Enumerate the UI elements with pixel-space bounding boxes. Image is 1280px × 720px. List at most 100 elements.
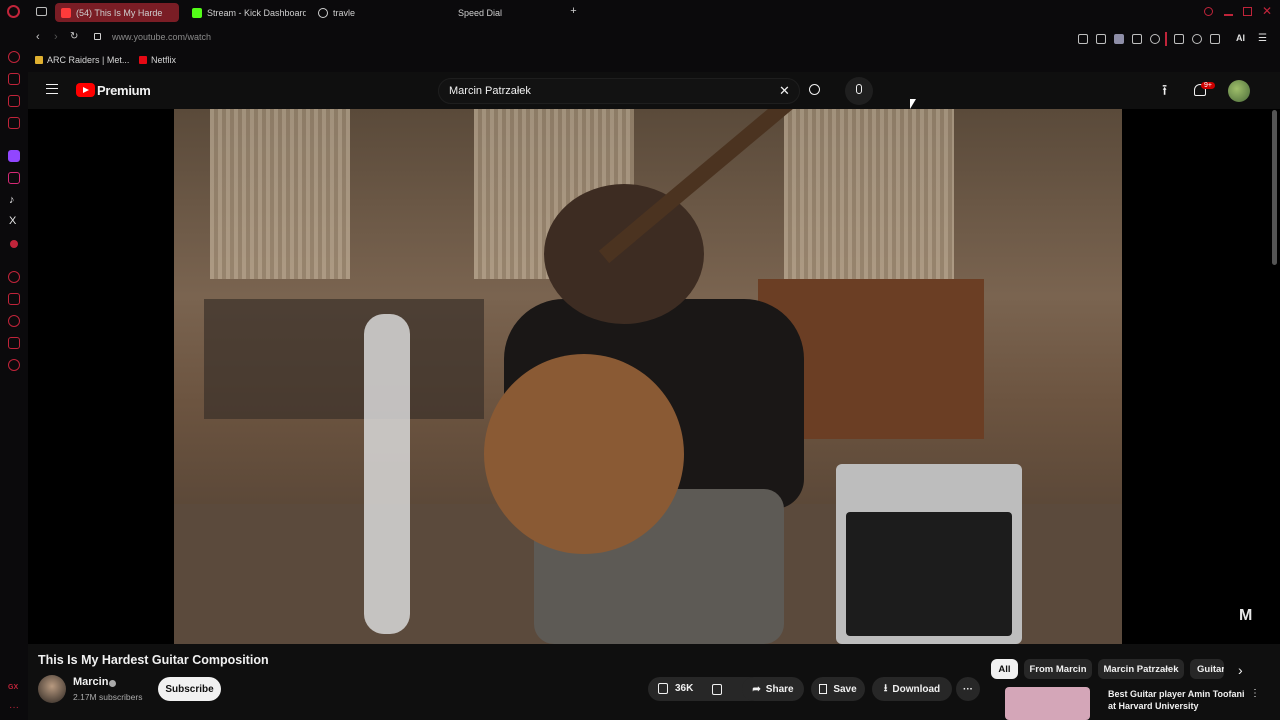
opera-gx-logo-icon[interactable] <box>7 5 20 18</box>
gx-mail-icon[interactable] <box>8 117 20 129</box>
tiktok-icon[interactable]: ♪ <box>9 194 15 206</box>
performer-hair <box>544 184 704 324</box>
recommendation-title[interactable]: Best Guitar player Amin Toofani at Harva… <box>1108 688 1246 712</box>
notification-badge: 9+ <box>1201 82 1215 89</box>
search-input[interactable]: Marcin Patrzałek <box>449 85 531 97</box>
tab-kick-dashboard[interactable]: Stream - Kick Dashboard <box>186 3 306 22</box>
like-icon[interactable] <box>658 683 668 694</box>
minimize-icon[interactable] <box>1224 14 1233 16</box>
tab-label: Stream - Kick Dashboard <box>207 7 306 18</box>
lock-icon <box>94 33 101 40</box>
chips-next-icon[interactable]: › <box>1238 662 1243 678</box>
download-icon: ⭳ <box>883 682 888 694</box>
tab-youtube[interactable]: (54) This Is My Harde <box>55 3 179 22</box>
pinboard-icon[interactable] <box>8 293 20 305</box>
dislike-icon[interactable] <box>712 684 722 695</box>
gx-corner-icon[interactable] <box>8 73 20 85</box>
share-icon: ➦ <box>752 683 761 695</box>
profile-icon[interactable] <box>1192 34 1202 44</box>
restore-icon[interactable] <box>1243 7 1252 16</box>
snapshot-icon[interactable] <box>1096 34 1106 44</box>
play-icon[interactable] <box>1132 34 1142 44</box>
history-icon[interactable] <box>8 315 20 327</box>
chip-marcin-patrzalek[interactable]: Marcin Patrzałek <box>1098 659 1184 679</box>
guitar-rack <box>204 299 484 419</box>
search-box[interactable]: Marcin Patrzałek ✕ <box>438 78 800 104</box>
gx-cleaner-icon[interactable] <box>8 95 20 107</box>
browser-tab-bar: (54) This Is My Harde Stream - Kick Dash… <box>0 0 1280 24</box>
extensions-puzzle-icon[interactable] <box>1174 34 1184 44</box>
adblock-shield-icon[interactable] <box>1114 34 1124 44</box>
forward-icon[interactable]: › <box>54 31 58 43</box>
like-count[interactable]: 36K <box>675 683 693 694</box>
ai-button[interactable]: AI <box>1236 33 1245 43</box>
speaker-icon <box>61 7 71 18</box>
tab-travle[interactable]: travle <box>312 3 432 22</box>
gx-label: GX <box>8 684 19 691</box>
verified-icon <box>109 680 116 687</box>
instagram-icon[interactable] <box>8 172 20 184</box>
acoustic-panel <box>784 109 954 279</box>
download-icon[interactable] <box>1210 34 1220 44</box>
address-bar: ‹ › ↻ www.youtube.com/watch AI ☰ ARC Rai… <box>28 24 1280 72</box>
gx-games-icon[interactable] <box>10 240 18 248</box>
bookmark-netflix[interactable]: Netflix <box>139 55 176 65</box>
chip-from-marcin[interactable]: From Marcin <box>1024 659 1092 679</box>
bookmark-icon[interactable] <box>1078 34 1088 44</box>
download-button[interactable]: ⭳ Download <box>872 677 952 701</box>
video-frame[interactable] <box>174 109 1122 644</box>
search-icon[interactable] <box>809 84 820 95</box>
gx-control-icon[interactable] <box>8 51 20 63</box>
extensions-icon[interactable] <box>8 337 20 349</box>
upload-icon[interactable]: ⭱ <box>1162 83 1167 98</box>
recommendation-thumbnail[interactable] <box>1005 687 1090 720</box>
reload-icon[interactable]: ↻ <box>70 31 78 42</box>
search-tabs-icon[interactable] <box>1204 7 1213 16</box>
subscriber-count: 2.17M subscribers <box>73 692 143 702</box>
workspaces-icon[interactable] <box>36 7 47 16</box>
netflix-icon <box>139 56 147 64</box>
video-title: This Is My Hardest Guitar Composition <box>38 653 269 667</box>
guide-menu-icon[interactable] <box>46 84 58 94</box>
url-field[interactable]: www.youtube.com/watch <box>112 32 211 42</box>
acoustic-panel <box>210 109 350 279</box>
new-tab-button[interactable]: + <box>568 6 579 17</box>
channel-name[interactable]: Marcin <box>73 676 108 688</box>
youtube-page: Premium Marcin Patrzałek ✕ ⭱ 9+ M This I… <box>28 72 1280 720</box>
more-actions-button[interactable]: ··· <box>956 677 980 701</box>
tab-label: travle <box>333 7 356 18</box>
save-icon <box>819 684 828 694</box>
page-scrollbar[interactable] <box>1272 110 1277 265</box>
youtube-logo[interactable] <box>76 83 95 97</box>
back-icon[interactable]: ‹ <box>36 31 40 43</box>
clear-search-icon[interactable]: ✕ <box>779 83 790 99</box>
close-window-icon[interactable]: ✕ <box>1262 4 1272 18</box>
x-twitter-icon[interactable]: X <box>9 215 16 227</box>
recommendation-menu-icon[interactable]: ⋮ <box>1250 688 1260 699</box>
channel-watermark[interactable]: M <box>1239 607 1252 625</box>
channel-avatar[interactable] <box>38 675 66 703</box>
twitch-icon[interactable] <box>8 150 20 162</box>
tab-speed-dial[interactable]: Speed Dial <box>440 3 560 22</box>
bookmark-label: ARC Raiders | Met... <box>47 55 130 65</box>
chip-all[interactable]: All <box>991 659 1018 679</box>
player-icon[interactable] <box>8 271 20 283</box>
more-icon[interactable]: ··· <box>9 702 19 713</box>
avatar[interactable] <box>1228 80 1250 102</box>
separator <box>1165 32 1167 46</box>
mouse-cursor <box>910 99 916 109</box>
settings-gear-icon[interactable] <box>8 359 20 371</box>
download-label: Download <box>892 683 941 695</box>
amplifier <box>836 464 1022 644</box>
share-button[interactable]: ➦ Share <box>742 677 804 701</box>
heart-icon[interactable] <box>1150 34 1160 44</box>
kick-icon <box>192 7 202 18</box>
save-button[interactable]: Save <box>811 677 865 701</box>
voice-search-icon[interactable] <box>845 77 873 105</box>
bookmark-arc-raiders[interactable]: ARC Raiders | Met... <box>35 55 129 65</box>
menu-icon[interactable]: ☰ <box>1258 33 1267 44</box>
chip-guitar[interactable]: Guitar <box>1190 659 1224 679</box>
subscribe-button[interactable]: Subscribe <box>158 677 221 701</box>
electric-guitar <box>364 314 410 634</box>
video-player[interactable]: M <box>28 109 1280 644</box>
